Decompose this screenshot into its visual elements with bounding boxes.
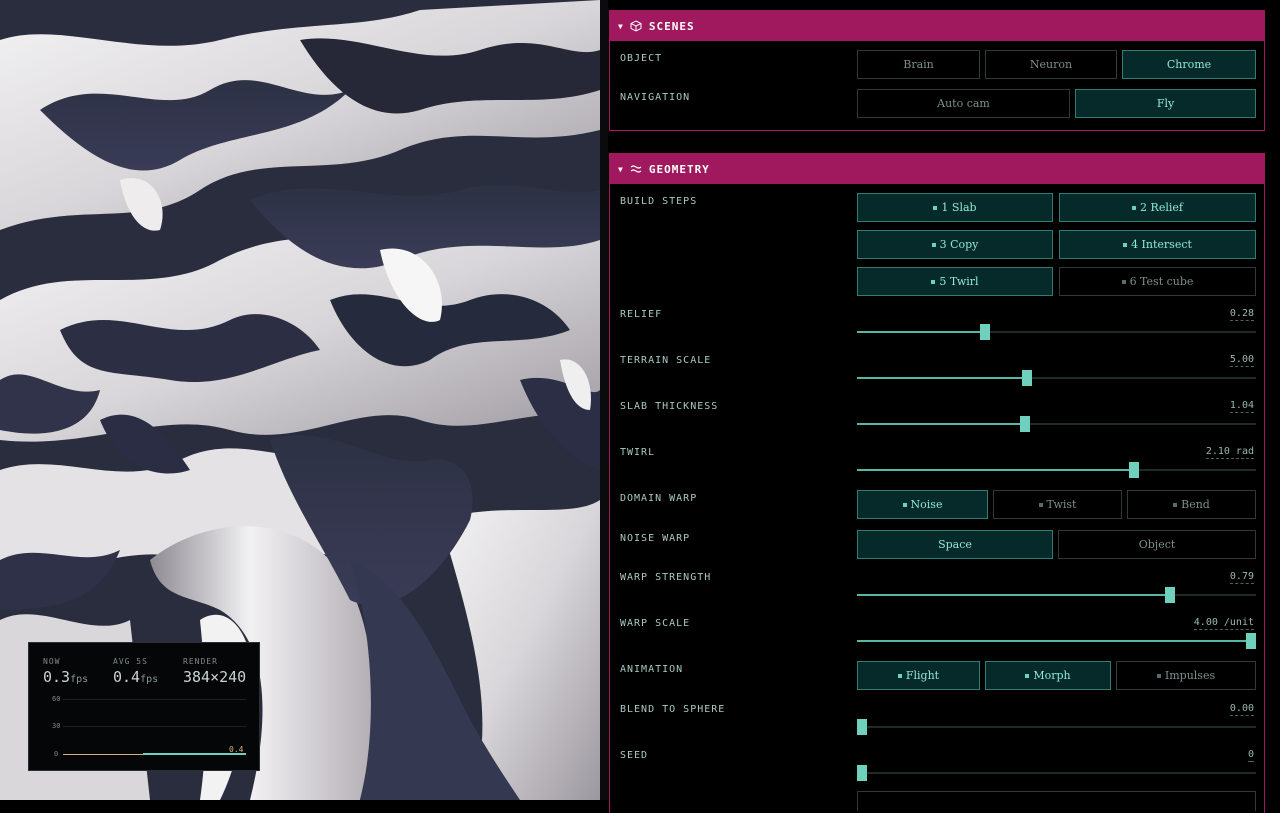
stat-render-label: RENDER <box>183 657 218 666</box>
geometry-header[interactable]: ▼ GEOMETRY <box>610 154 1264 184</box>
object-brain-button[interactable]: Brain <box>857 50 980 79</box>
blend-to-sphere-slider[interactable] <box>857 719 1256 735</box>
noise-warp-label: NOISE WARP <box>620 533 691 544</box>
warp-strength-value[interactable]: 0.79 <box>1229 571 1254 584</box>
warp-scale-value[interactable]: 4.00 /unit <box>1193 617 1254 630</box>
twirl-value[interactable]: 2.10 rad <box>1205 446 1254 459</box>
geometry-section: ▼ GEOMETRY BUILD STEPS 1 Slab 2 Relief 3… <box>609 153 1265 813</box>
warp-strength-label: WARP STRENGTH <box>620 572 712 583</box>
stat-avg-label: AVG 5S <box>113 657 148 666</box>
animation-impulses-button[interactable]: Impulses <box>1116 661 1256 690</box>
blend-to-sphere-label: BLEND TO SPHERE <box>620 704 726 715</box>
object-label: OBJECT <box>620 53 663 64</box>
terrain-scale-value[interactable]: 5.00 <box>1229 354 1254 367</box>
stat-avg-value: 0.4fps <box>113 668 159 686</box>
object-neuron-button[interactable]: Neuron <box>985 50 1117 79</box>
warp-strength-slider[interactable] <box>857 587 1256 603</box>
relief-value[interactable]: 0.28 <box>1229 308 1254 321</box>
seed-label: SEED <box>620 750 649 761</box>
animation-label: ANIMATION <box>620 664 684 675</box>
relief-label: RELIEF <box>620 309 663 320</box>
graph-grid-label-0: 0 <box>54 750 59 758</box>
build-step-twirl-button[interactable]: 5 Twirl <box>857 267 1053 296</box>
wave-icon <box>630 165 642 173</box>
build-step-intersect-button[interactable]: 4 Intersect <box>1059 230 1256 259</box>
performance-stats: NOW 0.3fps AVG 5S 0.4fps RENDER 384×240 … <box>28 642 260 771</box>
relief-slider[interactable] <box>857 324 1256 340</box>
cube-icon <box>630 20 642 32</box>
geometry-title: GEOMETRY <box>648 162 710 176</box>
build-step-relief-button[interactable]: 2 Relief <box>1059 193 1256 222</box>
slab-thickness-slider[interactable] <box>857 416 1256 432</box>
blend-to-sphere-value[interactable]: 0.00 <box>1229 703 1254 716</box>
panel-divider[interactable] <box>600 0 608 800</box>
fps-graph: 60 30 0 0.4 <box>43 695 247 761</box>
seed-slider[interactable] <box>857 765 1256 781</box>
twirl-slider-thumb[interactable] <box>1129 462 1139 478</box>
graph-grid-label-30: 30 <box>52 722 61 730</box>
warp-scale-slider-thumb[interactable] <box>1246 633 1256 649</box>
animation-morph-button[interactable]: Morph <box>985 661 1111 690</box>
nav-autocam-button[interactable]: Auto cam <box>857 89 1070 118</box>
graph-grid-label-60: 60 <box>52 695 61 703</box>
nav-fly-button[interactable]: Fly <box>1075 89 1256 118</box>
noise-warp-space-button[interactable]: Space <box>857 530 1053 559</box>
build-step-test-cube-button[interactable]: 6 Test cube <box>1059 267 1256 296</box>
warp-scale-slider[interactable] <box>857 633 1256 649</box>
build-steps-label: BUILD STEPS <box>620 196 698 207</box>
terrain-scale-slider[interactable] <box>857 370 1256 386</box>
twirl-label: TWIRL <box>620 447 656 458</box>
domain-warp-twist-button[interactable]: Twist <box>993 490 1122 519</box>
animation-flight-button[interactable]: Flight <box>857 661 980 690</box>
domain-warp-bend-button[interactable]: Bend <box>1127 490 1256 519</box>
control-panel: ▼ SCENES OBJECT Brain Neuron Chrome NAVI… <box>608 0 1280 813</box>
build-step-copy-button[interactable]: 3 Copy <box>857 230 1053 259</box>
relief-slider-thumb[interactable] <box>980 324 990 340</box>
slab-thickness-value[interactable]: 1.04 <box>1229 400 1254 413</box>
scenes-header[interactable]: ▼ SCENES <box>610 11 1264 41</box>
terrain-scale-label: TERRAIN SCALE <box>620 355 712 366</box>
build-step-slab-button[interactable]: 1 Slab <box>857 193 1053 222</box>
collapse-triangle-icon: ▼ <box>618 164 624 174</box>
slab-thickness-label: SLAB THICKNESS <box>620 401 719 412</box>
warp-strength-slider-thumb[interactable] <box>1165 587 1175 603</box>
navigation-label: NAVIGATION <box>620 92 691 103</box>
graph-current-value: 0.4 <box>229 745 244 754</box>
stat-now-label: NOW <box>43 657 61 666</box>
collapse-triangle-icon: ▼ <box>618 21 624 31</box>
seed-slider-thumb[interactable] <box>857 765 867 781</box>
blend-to-sphere-slider-thumb[interactable] <box>857 719 867 735</box>
terrain-scale-slider-thumb[interactable] <box>1022 370 1032 386</box>
scenes-section: ▼ SCENES OBJECT Brain Neuron Chrome NAVI… <box>609 10 1265 131</box>
domain-warp-label: DOMAIN WARP <box>620 493 698 504</box>
warp-scale-label: WARP SCALE <box>620 618 691 629</box>
object-chrome-button[interactable]: Chrome <box>1122 50 1256 79</box>
stat-now-value: 0.3fps <box>43 668 89 686</box>
twirl-slider[interactable] <box>857 462 1256 478</box>
next-control-field[interactable] <box>857 791 1256 811</box>
seed-value[interactable]: 0 <box>1247 749 1254 762</box>
stat-render-value: 384×240 <box>183 668 247 686</box>
noise-warp-object-button[interactable]: Object <box>1058 530 1256 559</box>
scenes-title: SCENES <box>648 19 695 33</box>
domain-warp-noise-button[interactable]: Noise <box>857 490 988 519</box>
slab-thickness-slider-thumb[interactable] <box>1020 416 1030 432</box>
